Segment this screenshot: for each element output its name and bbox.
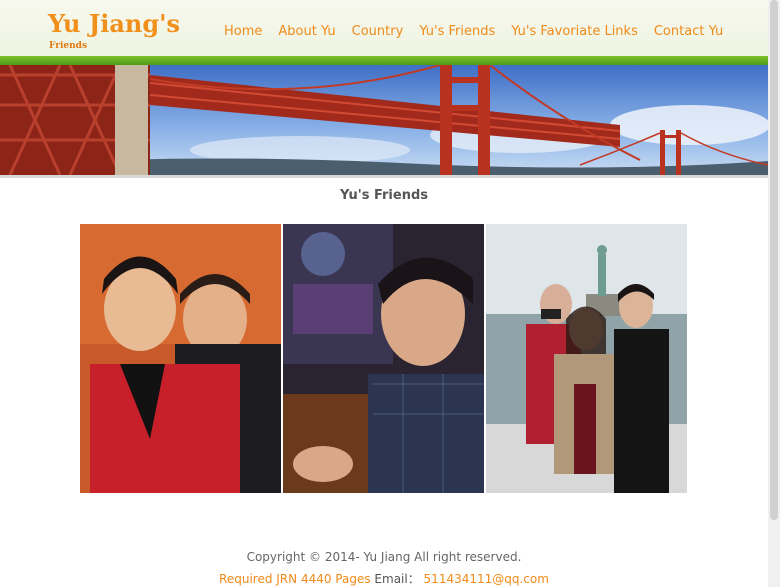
banner-image-golden-gate-bridge <box>0 65 768 175</box>
photo-three-friends-statue-of-liberty[interactable] <box>486 224 687 493</box>
photo-man-in-restaurant[interactable] <box>283 224 484 493</box>
nav-favorite-links[interactable]: Yu's Favoriate Links <box>511 24 638 39</box>
main-nav: Home About Yu Country Yu's Friends Yu's … <box>224 24 723 39</box>
page-scrollbar-thumb[interactable] <box>770 0 778 520</box>
banner-shadow <box>0 175 768 178</box>
nav-home[interactable]: Home <box>224 24 262 39</box>
footer-email-label: Email： <box>374 572 420 586</box>
footer-email-link[interactable]: 511434111@qq.com <box>424 572 549 586</box>
page-title: Yu's Friends <box>340 188 428 203</box>
footer-crn-link[interactable]: Required JRN 4440 Pages <box>219 572 371 586</box>
nav-contact-yu[interactable]: Contact Yu <box>654 24 723 39</box>
footer-copyright: Copyright © 2014- Yu Jiang All right res… <box>246 550 522 564</box>
photo-two-people-selfie[interactable] <box>80 224 281 493</box>
site-logo-title[interactable]: Yu Jiang's <box>48 9 180 38</box>
header-divider-bar <box>0 56 780 65</box>
site-logo-subtitle: Friends <box>49 41 88 51</box>
nav-country[interactable]: Country <box>352 24 404 39</box>
photo-gallery <box>80 224 687 493</box>
nav-yus-friends[interactable]: Yu's Friends <box>419 24 495 39</box>
site-header: Yu Jiang's Friends Home About Yu Country… <box>0 0 780 56</box>
nav-about-yu[interactable]: About Yu <box>278 24 335 39</box>
footer-contact-line: Required JRN 4440 Pages Email： 511434111… <box>0 570 768 587</box>
